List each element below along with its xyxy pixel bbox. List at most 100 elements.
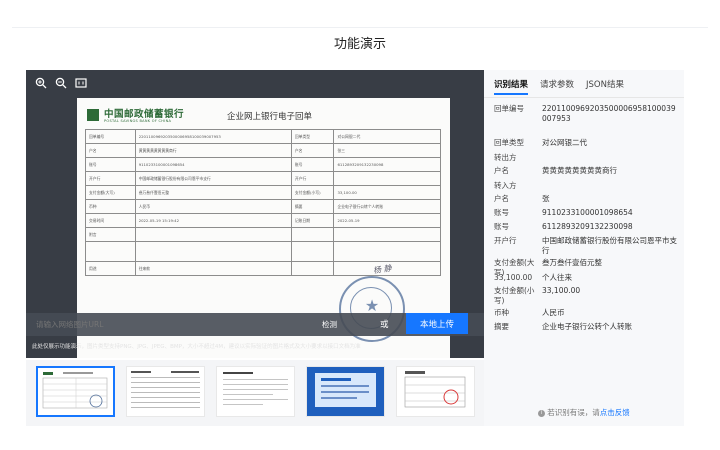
result-key: 账号	[494, 222, 509, 231]
result-value: 黄黄黄黄黄黄黄黄商行	[542, 166, 617, 175]
thumbnail-5[interactable]	[396, 366, 475, 417]
receipt-cell: 开户行	[85, 171, 136, 186]
tab-divider	[484, 97, 684, 98]
receipt-cell: 张三	[333, 143, 441, 158]
receipt-cell: 账号	[290, 157, 335, 172]
thumbnail-1[interactable]	[36, 366, 115, 417]
receipt-cell: 9110233100001098654	[134, 157, 292, 172]
image-viewer: 中国邮政储蓄银行 POSTAL SAVINGS BANK OF CHINA 企业…	[26, 70, 484, 358]
receipt-cell: 企业电子银行公转个人转账	[333, 199, 441, 214]
or-label: 或	[380, 320, 389, 330]
result-key: 转出方	[494, 153, 517, 162]
receipt-cell: 往来款	[134, 261, 292, 276]
receipt-row: 附言	[85, 227, 441, 242]
zoom-out-icon[interactable]	[52, 74, 70, 92]
result-key: 币种	[494, 308, 509, 317]
receipt-cell: 黄黄黄黄黄黄黄黄商行	[134, 143, 292, 158]
receipt-row	[85, 241, 441, 262]
receipt-cell: 交易时间	[85, 213, 136, 228]
result-panel: 识别结果 请求参数 JSON结果 回单编号 2201100969203500006…	[484, 70, 684, 426]
receipt-cell: 2022-05-19	[333, 213, 441, 228]
tab-recognition-result[interactable]: 识别结果	[494, 78, 529, 95]
receipt-row: 账号 9110233100001098654 账号 61128932091322300…	[85, 157, 441, 172]
receipt-table: 回单编号 2201100969203500006958100039007953 回单…	[85, 129, 441, 276]
receipt-cell	[333, 171, 441, 186]
receipt-row: 户名 黄黄黄黄黄黄黄黄商行 户名 张三	[85, 143, 441, 158]
receipt-row: 开户行 中国邮政储蓄银行股份有限公司恩平市支行 开户行	[85, 171, 441, 186]
result-value: 2201100969203500006958100039007953	[542, 104, 676, 123]
viewer-toolbar	[32, 74, 90, 92]
detect-button[interactable]: 检测	[322, 319, 337, 330]
receipt-row: 交易时间 2022-05-19 15:19:42 记账日期 2022-05-19	[85, 213, 441, 228]
url-input[interactable]	[32, 316, 358, 333]
result-key: 回单编号	[494, 104, 524, 113]
thumbnail-3[interactable]	[216, 366, 295, 417]
thumbnail-2[interactable]	[126, 366, 205, 417]
result-key: 转入方	[494, 181, 517, 190]
feedback-link[interactable]: 点击反馈	[600, 408, 630, 417]
result-value: 33,100.00	[542, 286, 581, 295]
result-key: 账号	[494, 208, 509, 217]
receipt-cell: 对公网银二代	[333, 129, 441, 144]
receipt-cell: 33,100.00	[333, 185, 441, 200]
receipt-cell: 附言	[85, 227, 136, 242]
tab-request-params[interactable]: 请求参数	[540, 78, 574, 95]
bank-name-en: POSTAL SAVINGS BANK OF CHINA	[104, 119, 172, 123]
result-value: 6112893209132230098	[542, 222, 633, 231]
receipt-cell: 摘要	[290, 199, 335, 214]
result-key: 摘要	[494, 322, 509, 331]
receipt-header: 中国邮政储蓄银行 POSTAL SAVINGS BANK OF CHINA 企业…	[87, 106, 437, 128]
zoom-in-icon[interactable]	[32, 74, 50, 92]
result-value: 9110233100001098654	[542, 208, 633, 217]
receipt-cell: 6112893209132230098	[333, 157, 441, 172]
fit-screen-icon[interactable]	[72, 74, 90, 92]
receipt-cell	[290, 227, 335, 242]
bank-name: 中国邮政储蓄银行	[104, 109, 185, 120]
receipt-cell	[290, 261, 335, 276]
receipt-cell: 叁万叁仟壹佰元整	[134, 185, 292, 200]
result-value: 中国邮政储蓄银行股份有限公司恩平市支行	[542, 236, 677, 255]
receipt-cell: 户名	[85, 143, 136, 158]
receipt-row: 回单编号 2201100969203500006958100039007953 回单…	[85, 129, 441, 144]
receipt-row: 币种 人民币 摘要 企业电子银行公转个人转账	[85, 199, 441, 214]
result-value: 叁万叁仟壹佰元整	[542, 258, 602, 267]
result-key: 支付金额(小写)	[494, 286, 535, 305]
upload-hint: 此处仅展示功能演示，图片类型支持PNG、JPG、JPEG、BMP，大小不超过4M…	[32, 344, 361, 350]
receipt-cell: 开户行	[290, 171, 335, 186]
result-key: 户名	[494, 166, 509, 175]
receipt-cell: 中国邮政储蓄银行股份有限公司恩平市支行	[134, 171, 292, 186]
receipt-cell: 支付金额(大写)	[85, 185, 136, 200]
receipt-cell	[333, 227, 441, 242]
page-title: 功能演示	[333, 37, 386, 52]
local-upload-button[interactable]: 本地上传	[406, 313, 468, 334]
result-value: 个人往来	[542, 273, 572, 282]
result-key: 开户行	[494, 236, 517, 245]
result-value: 对公网银二代	[542, 138, 587, 147]
receipt-cell: 币种	[85, 199, 136, 214]
receipt-cell	[134, 227, 292, 242]
receipt-title: 企业网上银行电子回单	[227, 112, 313, 122]
receipt-row: 支付金额(大写) 叁万叁仟壹佰元整 支付金额(小写) 33,100.00	[85, 185, 441, 200]
receipt-cell: 人民币	[134, 199, 292, 214]
receipt-cell: 支付金额(小写)	[290, 185, 335, 200]
result-value: 张	[542, 194, 550, 203]
top-divider	[12, 27, 708, 28]
thumbnail-4[interactable]	[306, 366, 385, 417]
result-key: 回单类型	[494, 138, 524, 147]
receipt-cell	[134, 241, 292, 262]
result-tabs: 识别结果 请求参数 JSON结果	[494, 78, 624, 95]
receipt-cell	[85, 241, 136, 262]
receipt-cell: 用途	[85, 261, 136, 276]
receipt-cell: 账号	[85, 157, 136, 172]
upload-bar: 检测 或 本地上传	[26, 313, 484, 336]
result-key: 户名	[494, 194, 509, 203]
info-icon: i	[538, 409, 546, 417]
sample-thumbnails	[26, 360, 484, 426]
receipt-cell: 2201100969203500006958100039007953	[134, 129, 292, 144]
result-value: 人民币	[542, 308, 565, 317]
result-key: 33,100.00	[494, 273, 533, 282]
receipt-cell: 记账日期	[290, 213, 335, 228]
receipt-cell: 回单类型	[290, 129, 335, 144]
tab-json-result[interactable]: JSON结果	[586, 78, 624, 95]
feedback-line: i 若识别有误，请点击反馈	[484, 407, 684, 418]
